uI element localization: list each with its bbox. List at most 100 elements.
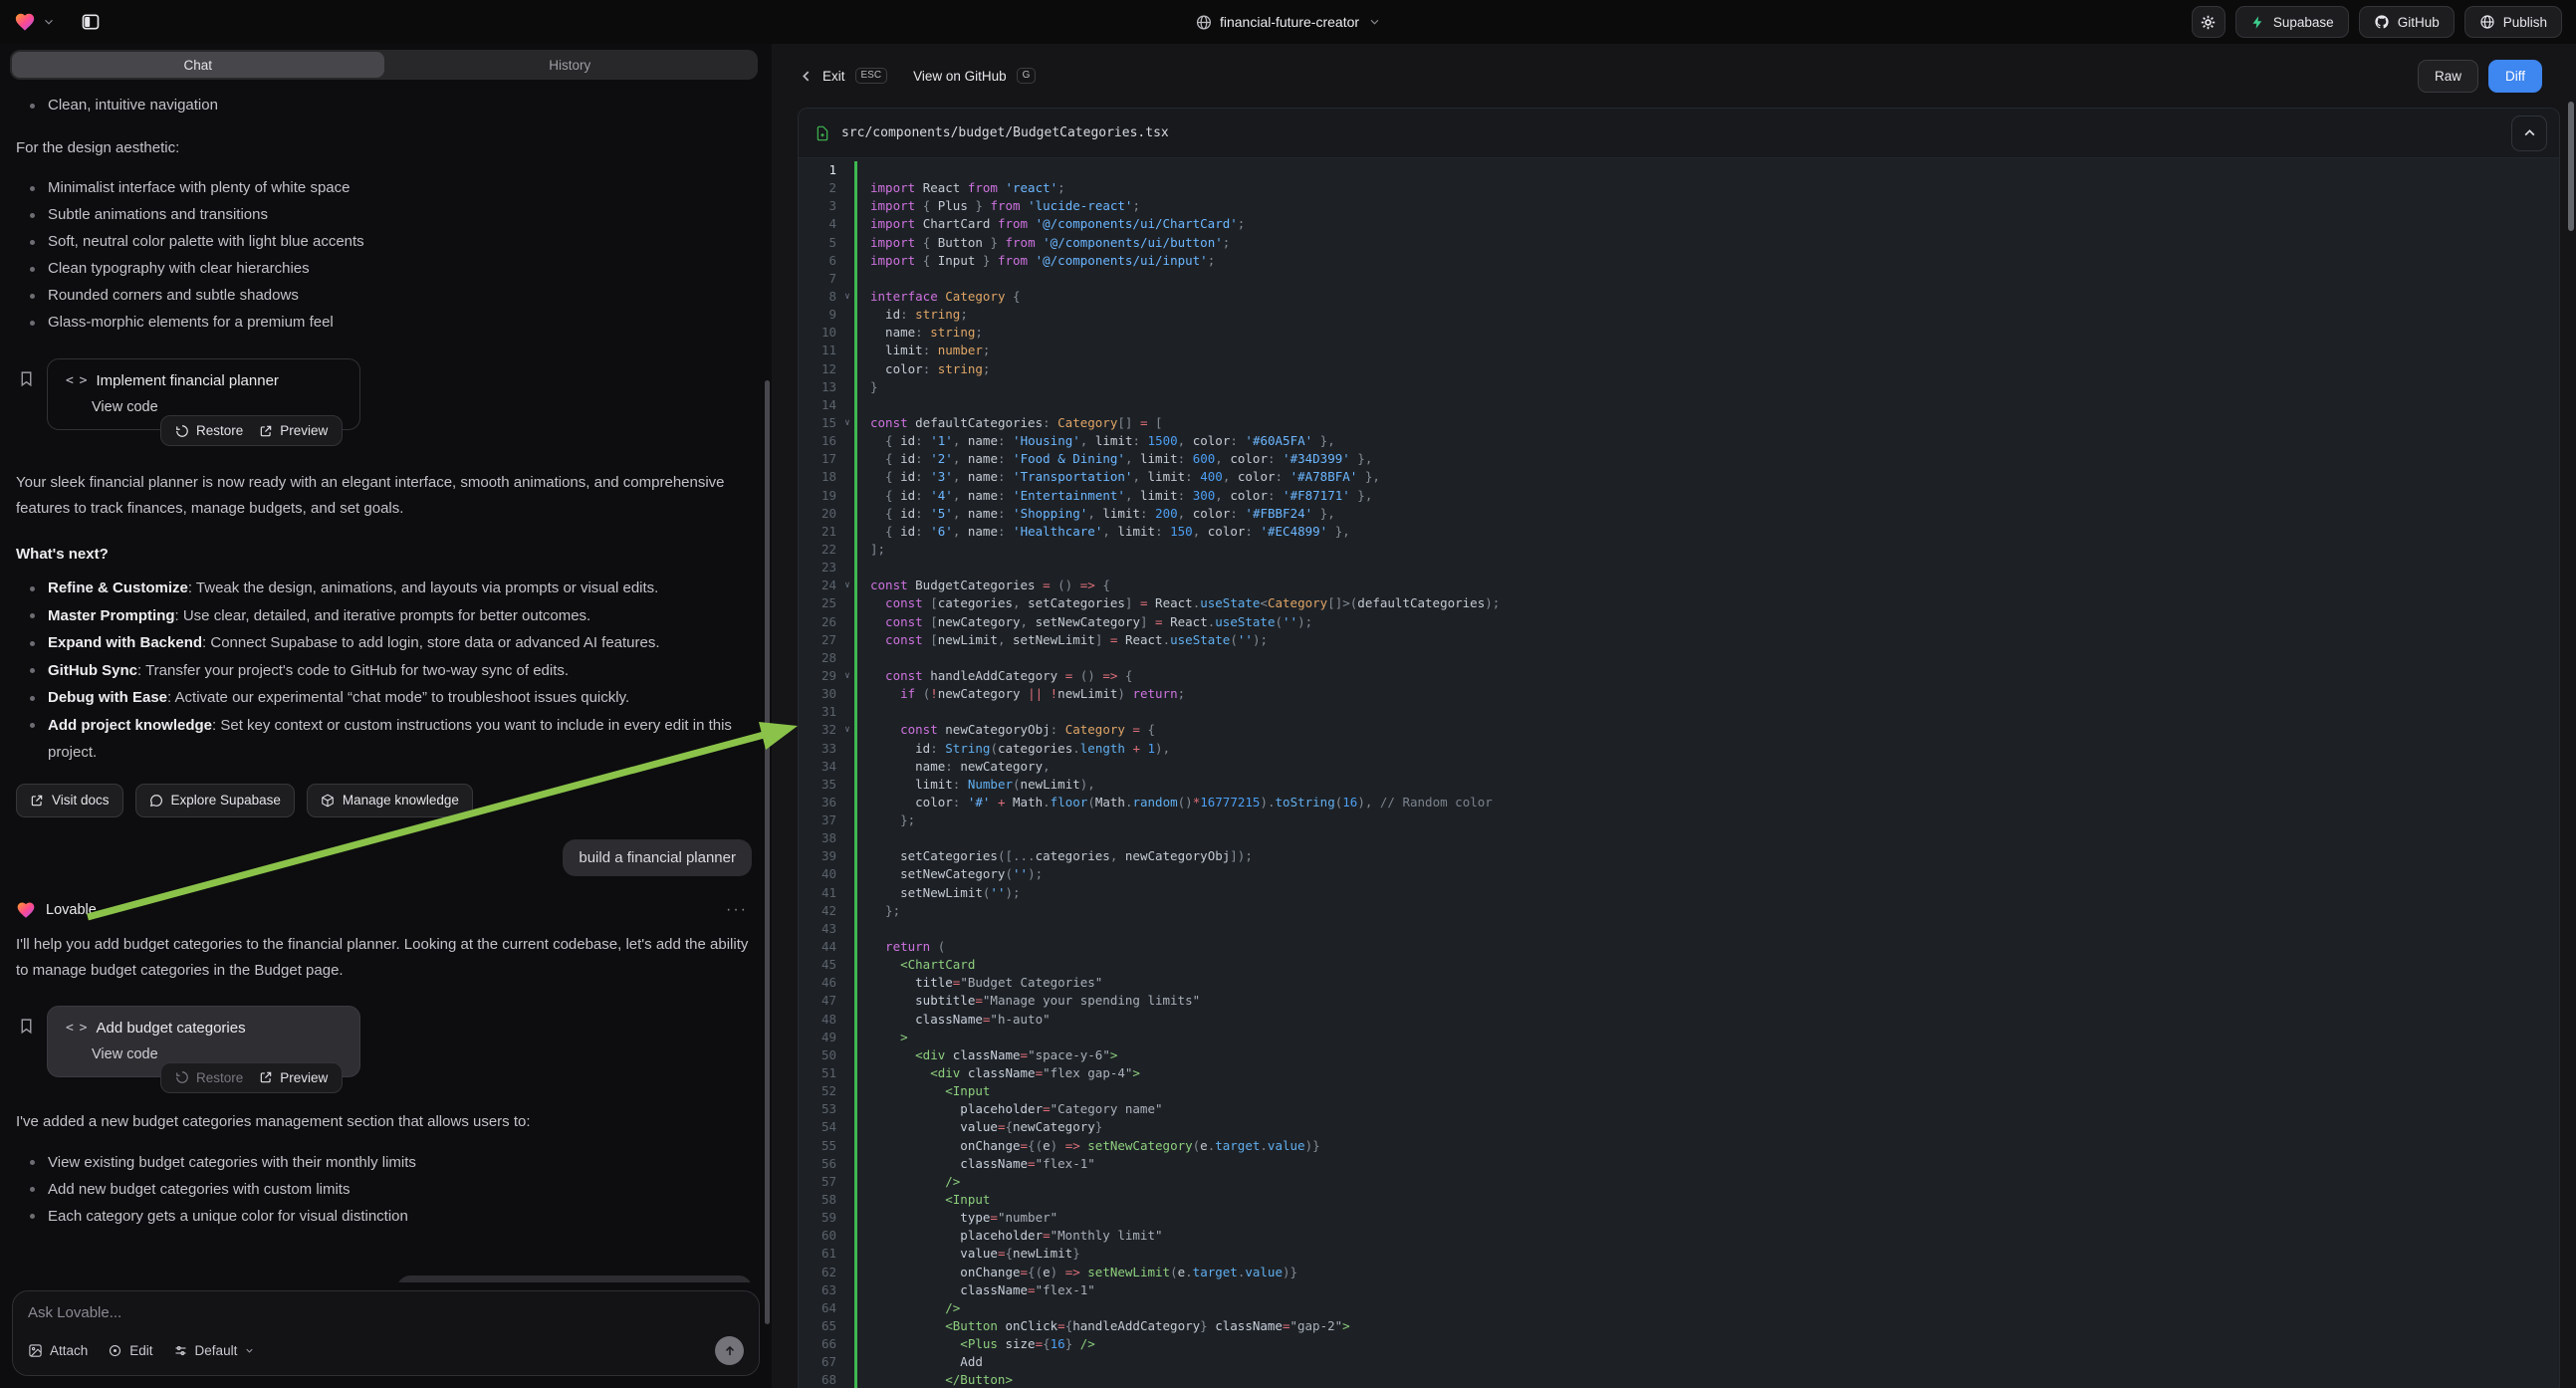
fold-toggle-icon (840, 776, 854, 794)
code-line: 29∨ const handleAddCategory = () => { (799, 667, 2559, 685)
design-heading: For the design aesthetic: (16, 135, 752, 161)
publish-button[interactable]: Publish (2464, 6, 2562, 38)
send-button[interactable] (715, 1336, 744, 1365)
message-menu-button[interactable]: ··· (726, 901, 752, 919)
settings-button[interactable] (2192, 6, 2225, 38)
list-item: Soft, neutral color palette with light b… (16, 228, 752, 255)
line-number: 60 (799, 1227, 840, 1245)
fold-toggle-icon (840, 505, 854, 523)
tab-history[interactable]: History (384, 52, 757, 78)
line-number: 50 (799, 1046, 840, 1064)
view-code-link[interactable]: View code (92, 399, 342, 415)
code-lines[interactable]: 1 2import React from 'react';3import { P… (799, 158, 2559, 1388)
restore-button[interactable]: Restore (175, 423, 243, 438)
app-window: financial-future-creator Supabase (0, 0, 2576, 1388)
version-card-implement-financial-planner[interactable]: < > Implement financial planner View cod… (47, 358, 360, 430)
supabase-label: Supabase (2273, 15, 2334, 30)
raw-toggle-button[interactable]: Raw (2418, 60, 2478, 93)
visit-docs-button[interactable]: Visit docs (16, 784, 123, 817)
line-number: 41 (799, 884, 840, 902)
fold-toggle-icon[interactable]: ∨ (840, 721, 854, 739)
version-card-title: Implement financial planner (96, 372, 278, 389)
fold-toggle-icon (840, 1227, 854, 1245)
code-line: 28 (799, 649, 2559, 667)
fold-toggle-icon (840, 1353, 854, 1371)
line-number: 10 (799, 324, 840, 342)
line-number: 4 (799, 215, 840, 233)
fold-toggle-icon[interactable]: ∨ (840, 667, 854, 685)
chevron-left-icon (800, 70, 813, 83)
collapse-file-button[interactable] (2511, 116, 2547, 151)
preview-button[interactable]: Preview (259, 423, 328, 438)
whats-next-item: Debug with Ease: Activate our experiment… (16, 684, 752, 712)
supabase-button[interactable]: Supabase (2235, 6, 2349, 38)
line-number: 48 (799, 1011, 840, 1029)
fold-toggle-icon (840, 468, 854, 486)
code-line: 17 { id: '2', name: 'Food & Dining', lim… (799, 450, 2559, 468)
attach-button[interactable]: Attach (28, 1343, 88, 1358)
workspace-chevron-down-icon[interactable] (42, 15, 56, 29)
view-on-github-button[interactable]: View on GitHub G (913, 68, 1036, 84)
manage-knowledge-button[interactable]: Manage knowledge (307, 784, 473, 817)
code-line: 36 color: '#' + Math.floor(Math.random()… (799, 794, 2559, 811)
restore-button[interactable]: Restore (175, 1070, 243, 1085)
chat-input-box[interactable]: Ask Lovable... Attach Edit (12, 1290, 760, 1376)
line-number: 33 (799, 740, 840, 758)
whats-next-item: Refine & Customize: Tweak the design, an… (16, 575, 752, 602)
github-button[interactable]: GitHub (2359, 6, 2455, 38)
fold-toggle-icon (840, 1064, 854, 1082)
list-item: Add new budget categories with custom li… (16, 1176, 752, 1203)
list-item: Glass-morphic elements for a premium fee… (16, 309, 752, 336)
explore-supabase-button[interactable]: Explore Supabase (135, 784, 295, 817)
github-label: GitHub (2398, 15, 2440, 30)
code-line: 35 limit: Number(newLimit), (799, 776, 2559, 794)
diff-toggle-button[interactable]: Diff (2488, 60, 2542, 93)
preview-button[interactable]: Preview (259, 1070, 328, 1085)
fold-toggle-icon[interactable]: ∨ (840, 577, 854, 594)
edit-mode-button[interactable]: Edit (108, 1343, 152, 1358)
version-card-add-budget-categories[interactable]: < > Add budget categories View code Rest… (47, 1006, 360, 1077)
added-bullets-list: View existing budget categories with the… (16, 1149, 752, 1230)
model-selector[interactable]: Default (173, 1343, 256, 1358)
preview-external-link-icon (259, 1070, 273, 1084)
code-line: 45 <ChartCard (799, 956, 2559, 974)
fold-toggle-icon (840, 649, 854, 667)
code-line: 8∨interface Category { (799, 288, 2559, 306)
fold-toggle-icon (840, 396, 854, 414)
chat-bubble-icon (149, 794, 163, 808)
line-number: 31 (799, 703, 840, 721)
line-number: 38 (799, 829, 840, 847)
toggle-sidebar-button[interactable] (76, 7, 106, 37)
code-scrollbar[interactable] (2568, 102, 2574, 231)
lovable-avatar-icon (16, 900, 36, 920)
lovable-logo-icon[interactable] (14, 11, 36, 33)
fold-toggle-icon[interactable]: ∨ (840, 414, 854, 432)
target-icon (108, 1343, 122, 1358)
bookmark-icon[interactable] (18, 1018, 35, 1035)
view-code-link[interactable]: View code (92, 1046, 342, 1062)
chevron-right-icon[interactable] (316, 1022, 342, 1035)
fold-toggle-icon (840, 902, 854, 920)
code-line: 66 <Plus size={16} /> (799, 1335, 2559, 1353)
fold-toggle-icon (840, 324, 854, 342)
chat-scroll-area[interactable]: Clean, intuitive navigation For the desi… (0, 80, 772, 1282)
fold-toggle-icon (840, 811, 854, 829)
line-number: 64 (799, 1299, 840, 1317)
help-paragraph: I'll help you add budget categories to t… (16, 932, 752, 984)
fold-toggle-icon (840, 1100, 854, 1118)
line-number: 45 (799, 956, 840, 974)
code-line: 3import { Plus } from 'lucide-react'; (799, 197, 2559, 215)
chat-scrollbar[interactable] (765, 380, 770, 1324)
whats-next-list: Refine & Customize: Tweak the design, an… (16, 575, 752, 767)
file-header[interactable]: src/components/budget/BudgetCategories.t… (799, 109, 2559, 158)
project-switcher[interactable]: financial-future-creator (1195, 0, 1381, 44)
fold-toggle-icon (840, 1335, 854, 1353)
exit-button[interactable]: Exit ESC (800, 68, 887, 84)
bookmark-icon[interactable] (18, 370, 35, 387)
fold-toggle-icon[interactable]: ∨ (840, 288, 854, 306)
chevron-right-icon[interactable] (316, 374, 342, 387)
line-number: 59 (799, 1209, 840, 1227)
line-number: 51 (799, 1064, 840, 1082)
tab-chat[interactable]: Chat (12, 52, 384, 78)
chevron-up-icon (2523, 126, 2536, 139)
